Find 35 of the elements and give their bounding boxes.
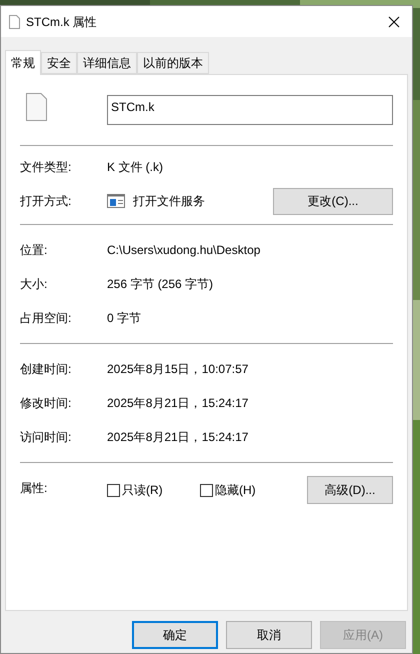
field-label: 占用空间: xyxy=(20,310,72,327)
change-button[interactable]: 更改(C)... xyxy=(273,188,393,214)
field-value: 2025年8月15日，10:07:57 xyxy=(107,361,248,378)
file-icon xyxy=(9,14,20,28)
field-value: 2025年8月21日，15:24:17 xyxy=(107,395,248,412)
checkbox-label[interactable]: 只读(R) xyxy=(122,481,163,499)
field-label: 修改时间: xyxy=(20,395,72,412)
field-value: 2025年8月21日，15:24:17 xyxy=(107,429,248,446)
file-name-field[interactable]: STCm.k xyxy=(107,95,393,125)
field-value: C:\Users\xudong.hu\Desktop xyxy=(107,242,260,259)
file-icon xyxy=(26,93,47,121)
field-label: 打开方式: xyxy=(20,193,72,210)
dialog-button[interactable]: 取消 xyxy=(226,621,312,649)
field-label: 文件类型: xyxy=(20,159,72,176)
field-label: 属性: xyxy=(20,480,48,497)
app-icon xyxy=(107,194,125,208)
advanced-button[interactable]: 高级(D)... xyxy=(307,476,393,504)
tab[interactable]: 常规 xyxy=(5,50,41,75)
checkbox[interactable] xyxy=(107,484,120,496)
field-value: 256 字节 (256 字节) xyxy=(107,276,214,293)
window-title: STCm.k 属性 xyxy=(26,14,97,30)
field-label: 大小: xyxy=(20,276,48,293)
field-label: 访问时间: xyxy=(20,429,72,446)
field-value: 0 字节 xyxy=(107,310,142,327)
field-label: 位置: xyxy=(20,242,48,259)
checkbox-label[interactable]: 隐藏(H) xyxy=(215,481,256,499)
dialog-button[interactable]: 确定 xyxy=(132,621,218,649)
tab[interactable]: 详细信息 xyxy=(77,52,137,74)
close-icon[interactable] xyxy=(388,16,400,28)
field-label: 创建时间: xyxy=(20,361,72,378)
field-value: K 文件 (.k) xyxy=(107,159,163,176)
field-value: 打开文件服务 xyxy=(133,193,205,210)
tab[interactable]: 以前的版本 xyxy=(137,52,209,74)
tab[interactable]: 安全 xyxy=(41,52,77,74)
checkbox[interactable] xyxy=(200,484,213,496)
